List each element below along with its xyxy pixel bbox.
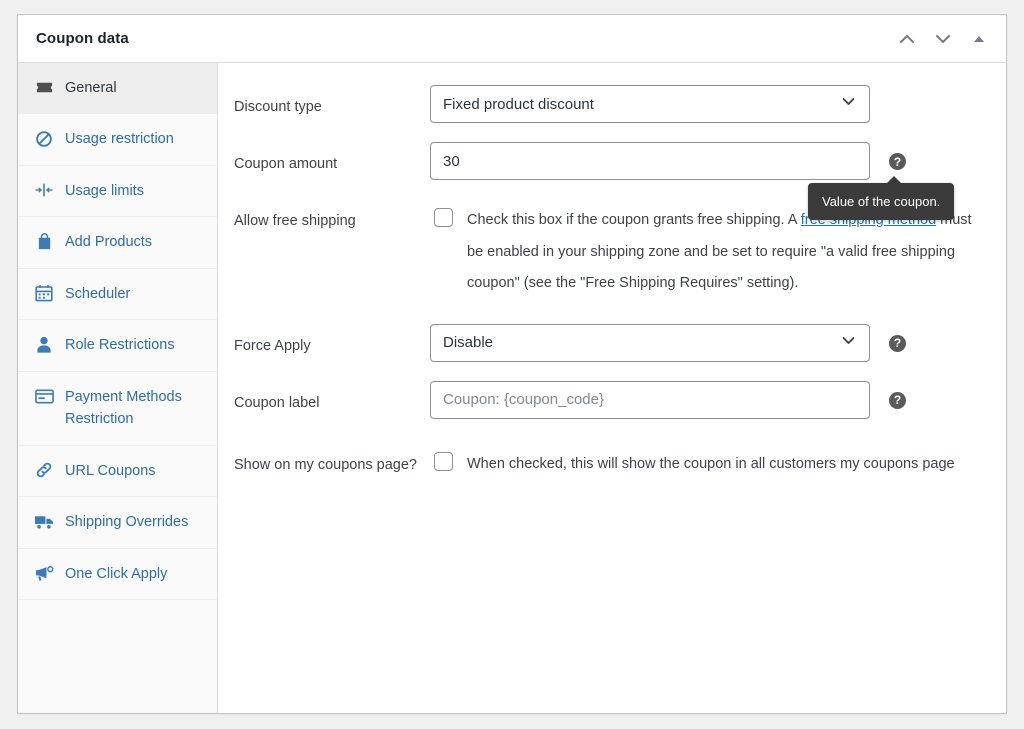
user-icon — [34, 334, 54, 355]
field-show-on-my-coupons-page: Show on my coupons page? When checked, t… — [234, 443, 982, 481]
credit-card-icon — [34, 386, 54, 407]
sidebar-item-label: Scheduler — [65, 283, 203, 305]
help-icon-force-apply[interactable]: ? — [889, 335, 906, 352]
limits-icon — [34, 180, 54, 201]
truck-icon — [34, 511, 54, 532]
show-on-my-coupons-page-description: When checked, this will show the coupon … — [467, 449, 955, 481]
sidebar-item-label: General — [65, 77, 203, 99]
toggle-panel-button[interactable] — [964, 24, 994, 54]
sidebar-item-shipping-overrides[interactable]: Shipping Overrides — [18, 497, 217, 548]
sidebar-item-usage-restriction[interactable]: Usage restriction — [18, 114, 217, 165]
sidebar-item-label: Shipping Overrides — [65, 511, 203, 533]
help-icon-coupon-amount[interactable]: ? — [889, 153, 906, 170]
triangle-up-icon — [971, 31, 987, 47]
panel-body: General Usage restriction — [18, 63, 1006, 713]
sidebar-item-label: Usage restriction — [65, 128, 203, 150]
megaphone-icon — [34, 563, 54, 584]
move-up-button[interactable] — [892, 24, 922, 54]
field-coupon-amount: Coupon amount ? — [234, 142, 982, 180]
coupon-data-sidebar: General Usage restriction — [18, 63, 218, 713]
coupon-amount-label: Coupon amount — [234, 142, 430, 178]
discount-type-label: Discount type — [234, 85, 430, 121]
discount-type-select[interactable]: Fixed product discount — [430, 85, 870, 123]
ban-icon — [34, 128, 54, 149]
sidebar-item-label: Payment Methods Restriction — [65, 386, 203, 431]
link-icon — [34, 460, 54, 481]
chevron-up-icon — [897, 29, 917, 49]
sidebar-item-label: URL Coupons — [65, 460, 203, 482]
force-apply-label: Force Apply — [234, 324, 430, 360]
sidebar-item-label: Role Restrictions — [65, 334, 203, 356]
sidebar-item-role-restrictions[interactable]: Role Restrictions — [18, 320, 217, 371]
help-icon-coupon-label[interactable]: ? — [889, 392, 906, 409]
panel-header: Coupon data — [18, 15, 1006, 63]
calendar-icon — [34, 283, 54, 304]
coupon-data-panel: Coupon data — [17, 14, 1007, 714]
ticket-icon — [34, 77, 54, 98]
allow-free-shipping-label: Allow free shipping — [234, 199, 430, 235]
force-apply-select[interactable]: Disable — [430, 324, 870, 362]
sidebar-item-add-products[interactable]: Add Products — [18, 217, 217, 268]
bag-icon — [34, 231, 54, 252]
coupon-label-label: Coupon label — [234, 381, 430, 417]
panel-header-actions — [892, 24, 994, 54]
field-force-apply: Force Apply Disable ? — [234, 324, 982, 362]
sidebar-item-label: Usage limits — [65, 180, 203, 202]
free-shipping-text-before: Check this box if the coupon grants free… — [467, 212, 801, 228]
page-title: Coupon data — [36, 30, 129, 47]
sidebar-item-label: Add Products — [65, 231, 203, 253]
sidebar-item-scheduler[interactable]: Scheduler — [18, 269, 217, 320]
sidebar-item-usage-limits[interactable]: Usage limits — [18, 166, 217, 217]
field-coupon-label: Coupon label ? — [234, 381, 982, 419]
sidebar-item-label: One Click Apply — [65, 563, 203, 585]
show-on-my-coupons-page-label: Show on my coupons page? — [234, 443, 430, 479]
allow-free-shipping-checkbox[interactable] — [434, 208, 453, 227]
coupon-label-input[interactable] — [430, 381, 870, 419]
move-down-button[interactable] — [928, 24, 958, 54]
sidebar-item-general[interactable]: General — [18, 63, 217, 114]
sidebar-item-url-coupons[interactable]: URL Coupons — [18, 446, 217, 497]
sidebar-item-payment-methods-restriction[interactable]: Payment Methods Restriction — [18, 372, 217, 446]
show-on-my-coupons-page-checkbox[interactable] — [434, 452, 453, 471]
sidebar-item-one-click-apply[interactable]: One Click Apply — [18, 549, 217, 600]
coupon-amount-tooltip: Value of the coupon. — [808, 183, 954, 220]
general-panel-form: Discount type Fixed product discount — [218, 63, 1006, 713]
chevron-down-icon — [933, 29, 953, 49]
coupon-amount-input[interactable] — [430, 142, 870, 180]
field-discount-type: Discount type Fixed product discount — [234, 85, 982, 123]
